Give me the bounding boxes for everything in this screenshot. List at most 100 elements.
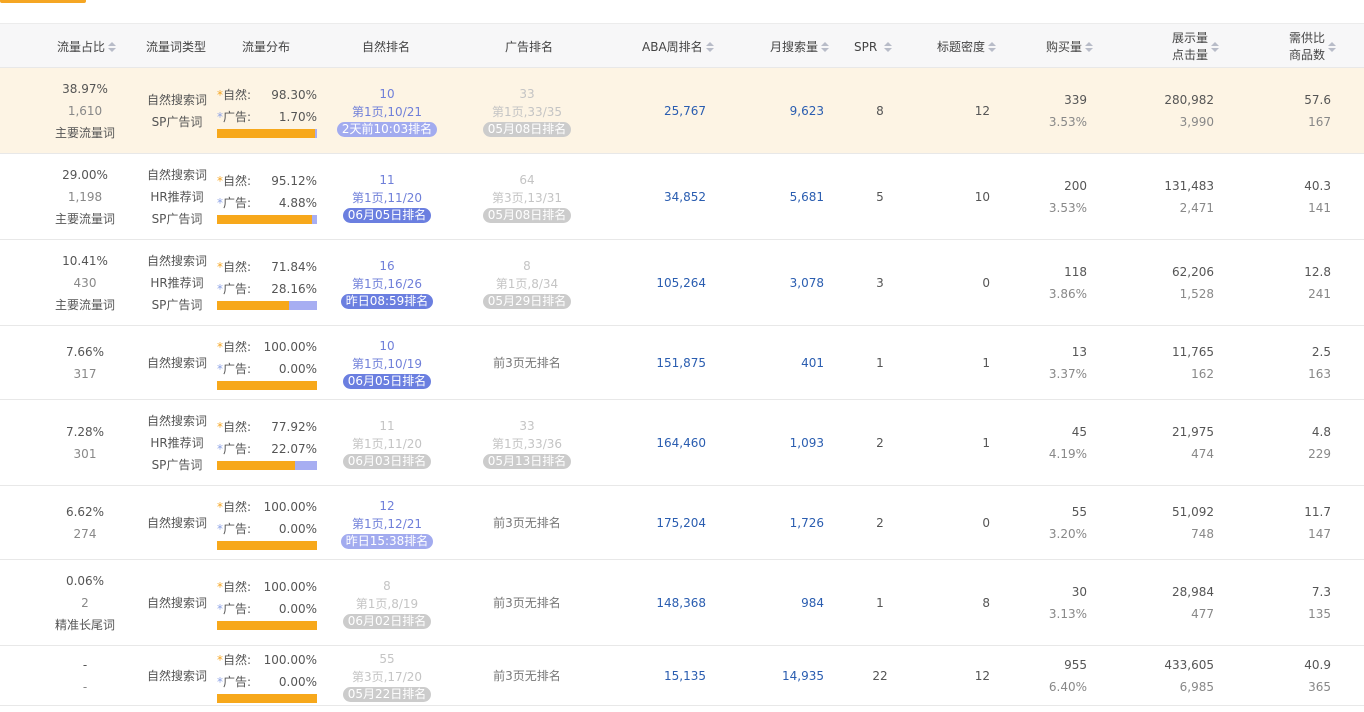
spr-cell: 22: [850, 646, 910, 706]
table-row[interactable]: 0.06% 2 精准长尾词 自然搜索词 *自然: 100.00% *广告: 0.00% …: [0, 560, 1364, 646]
header-aba-label: ABA周排名: [642, 40, 703, 54]
aba-rank-cell[interactable]: 25,767: [610, 68, 706, 154]
purchases-value: 30: [1071, 585, 1087, 599]
header-supply-label: 需供比: [1289, 30, 1326, 45]
sort-icon[interactable]: [705, 41, 714, 52]
monthly-search-cell[interactable]: 3,078: [738, 240, 824, 326]
monthly-search-value[interactable]: 1,726: [790, 516, 824, 530]
aba-rank-cell[interactable]: 151,875: [610, 326, 706, 400]
aba-rank-cell[interactable]: 175,204: [610, 486, 706, 560]
keyword-type: HR推荐词: [150, 436, 204, 450]
ad-rank-cell[interactable]: 33 第1页,33/35 05月08日排名: [472, 68, 582, 154]
monthly-search-cell[interactable]: 5,681: [738, 154, 824, 240]
monthly-search-cell[interactable]: 1,093: [738, 400, 824, 486]
purchase-rate-value: 3.20%: [1048, 527, 1087, 541]
header-supply[interactable]: 需供比 商品数: [1289, 24, 1337, 69]
monthly-search-value[interactable]: 1,093: [790, 436, 824, 450]
header-ad-rank-label: 广告排名: [505, 40, 554, 54]
monthly-search-cell[interactable]: 14,935: [738, 646, 824, 706]
aba-rank-cell[interactable]: 34,852: [610, 154, 706, 240]
sort-icon[interactable]: [988, 41, 997, 52]
header-title-density[interactable]: 标题密度: [937, 24, 997, 69]
aba-rank-cell[interactable]: 148,368: [610, 560, 706, 646]
monthly-search-value[interactable]: 401: [801, 356, 824, 370]
supply-demand-cell: 7.3 135: [1270, 560, 1331, 646]
natural-rank-cell[interactable]: 55 第3页,17/20 05月22日排名: [332, 646, 442, 706]
type-cell: 自然搜索词 HR推荐词 SP广告词: [138, 400, 216, 486]
natural-share-line: *自然: 77.92%: [217, 416, 317, 438]
natural-rank-cell[interactable]: 8 第1页,8/19 06月02日排名: [332, 560, 442, 646]
aba-rank-value[interactable]: 15,135: [664, 669, 706, 683]
ad-rank-cell[interactable]: 64 第3页,13/31 05月08日排名: [472, 154, 582, 240]
aba-rank-value[interactable]: 148,368: [656, 596, 706, 610]
sort-icon[interactable]: [1328, 41, 1337, 52]
monthly-search-value[interactable]: 14,935: [782, 669, 824, 683]
natural-rank-page: 第1页,11/20: [351, 191, 423, 205]
header-spr[interactable]: SPR: [854, 24, 893, 69]
sort-icon[interactable]: [108, 41, 117, 52]
aba-rank-value[interactable]: 175,204: [656, 516, 706, 530]
header-aba[interactable]: ABA周排名: [642, 24, 714, 69]
ad-label: 广告:: [223, 675, 252, 689]
purchases-cell: 30 3.13%: [1020, 560, 1087, 646]
monthly-search-cell[interactable]: 1,726: [738, 486, 824, 560]
sort-icon[interactable]: [884, 41, 893, 52]
sort-icon[interactable]: [821, 41, 830, 52]
share-count: 317: [73, 367, 97, 381]
natural-rank-cell[interactable]: 11 第1页,11/20 06月03日排名: [332, 400, 442, 486]
header-purchases[interactable]: 购买量: [1046, 24, 1094, 69]
distribution-bar: [217, 621, 317, 630]
ad-rank-cell: 前3页无排名: [472, 486, 582, 560]
aba-rank-value[interactable]: 164,460: [656, 436, 706, 450]
header-type-label: 流量词类型: [146, 40, 207, 54]
natural-rank-cell[interactable]: 11 第1页,11/20 06月05日排名: [332, 154, 442, 240]
monthly-search-cell[interactable]: 9,623: [738, 68, 824, 154]
ad-rank-cell[interactable]: 8 第1页,8/34 05月29日排名: [472, 240, 582, 326]
supply-demand-value: 2.5: [1311, 345, 1331, 359]
natural-rank-cell[interactable]: 10 第1页,10/19 06月05日排名: [332, 326, 442, 400]
monthly-search-value[interactable]: 984: [801, 596, 824, 610]
natural-rank-cell[interactable]: 10 第1页,10/21 2天前10:03排名: [332, 68, 442, 154]
natural-rank-number: 16: [379, 259, 395, 273]
supply-demand-value: 4.8: [1311, 425, 1331, 439]
table-row[interactable]: 38.97% 1,610 主要流量词 自然搜索词 SP广告词 *自然: 98.30% *…: [0, 68, 1364, 154]
goods-count-value: 163: [1308, 367, 1331, 381]
ad-rank-cell: 前3页无排名: [472, 646, 582, 706]
header-impressions[interactable]: 展示量 点击量: [1172, 24, 1220, 69]
ad-rank-cell[interactable]: 33 第1页,33/36 05月13日排名: [472, 400, 582, 486]
distribution-bar: [217, 694, 317, 703]
purchases-value: 45: [1071, 425, 1087, 439]
table-row[interactable]: 6.62% 274 自然搜索词 *自然: 100.00% *广告: 0.00% 12 …: [0, 486, 1364, 560]
aba-rank-cell[interactable]: 164,460: [610, 400, 706, 486]
natural-rank-cell[interactable]: 12 第1页,12/21 昨日15:38排名: [332, 486, 442, 560]
sort-icon[interactable]: [1085, 41, 1094, 52]
ad-label: 广告:: [223, 442, 252, 456]
purchase-rate-value: 3.13%: [1048, 607, 1087, 621]
table-row[interactable]: 7.28% 301 自然搜索词 HR推荐词 SP广告词 *自然: 77.92% *广告:…: [0, 400, 1364, 486]
table-row[interactable]: - - 自然搜索词 *自然: 100.00% *广告: 0.00% 55 第3页,17…: [0, 646, 1364, 706]
monthly-search-value[interactable]: 5,681: [790, 190, 824, 204]
monthly-search-value[interactable]: 9,623: [790, 104, 824, 118]
ad-label: 广告:: [223, 196, 252, 210]
table-row[interactable]: 29.00% 1,198 主要流量词 自然搜索词 HR推荐词 SP广告词 *自然: 95.…: [0, 154, 1364, 240]
table-row[interactable]: 7.66% 317 自然搜索词 *自然: 100.00% *广告: 0.00% 10 …: [0, 326, 1364, 400]
natural-rank-cell[interactable]: 16 第1页,16/26 昨日08:59排名: [332, 240, 442, 326]
sort-icon[interactable]: [1211, 41, 1220, 52]
natural-rank-number: 55: [379, 652, 395, 666]
monthly-search-cell[interactable]: 401: [738, 326, 824, 400]
aba-rank-cell[interactable]: 105,264: [610, 240, 706, 326]
aba-rank-value[interactable]: 151,875: [656, 356, 706, 370]
monthly-search-cell[interactable]: 984: [738, 560, 824, 646]
ad-label: 广告:: [223, 522, 252, 536]
aba-rank-value[interactable]: 34,852: [664, 190, 706, 204]
supply-demand-cell: 57.6 167: [1270, 68, 1331, 154]
aba-rank-value[interactable]: 105,264: [656, 276, 706, 290]
spr-value: 8: [876, 104, 884, 118]
aba-rank-value[interactable]: 25,767: [664, 104, 706, 118]
no-rank-text: 前3页无排名: [493, 516, 561, 530]
table-row[interactable]: 10.41% 430 主要流量词 自然搜索词 HR推荐词 SP广告词 *自然: 71.84…: [0, 240, 1364, 326]
monthly-search-value[interactable]: 3,078: [790, 276, 824, 290]
header-monthly[interactable]: 月搜索量: [770, 24, 830, 69]
header-share[interactable]: 流量占比: [57, 24, 117, 69]
aba-rank-cell[interactable]: 15,135: [610, 646, 706, 706]
